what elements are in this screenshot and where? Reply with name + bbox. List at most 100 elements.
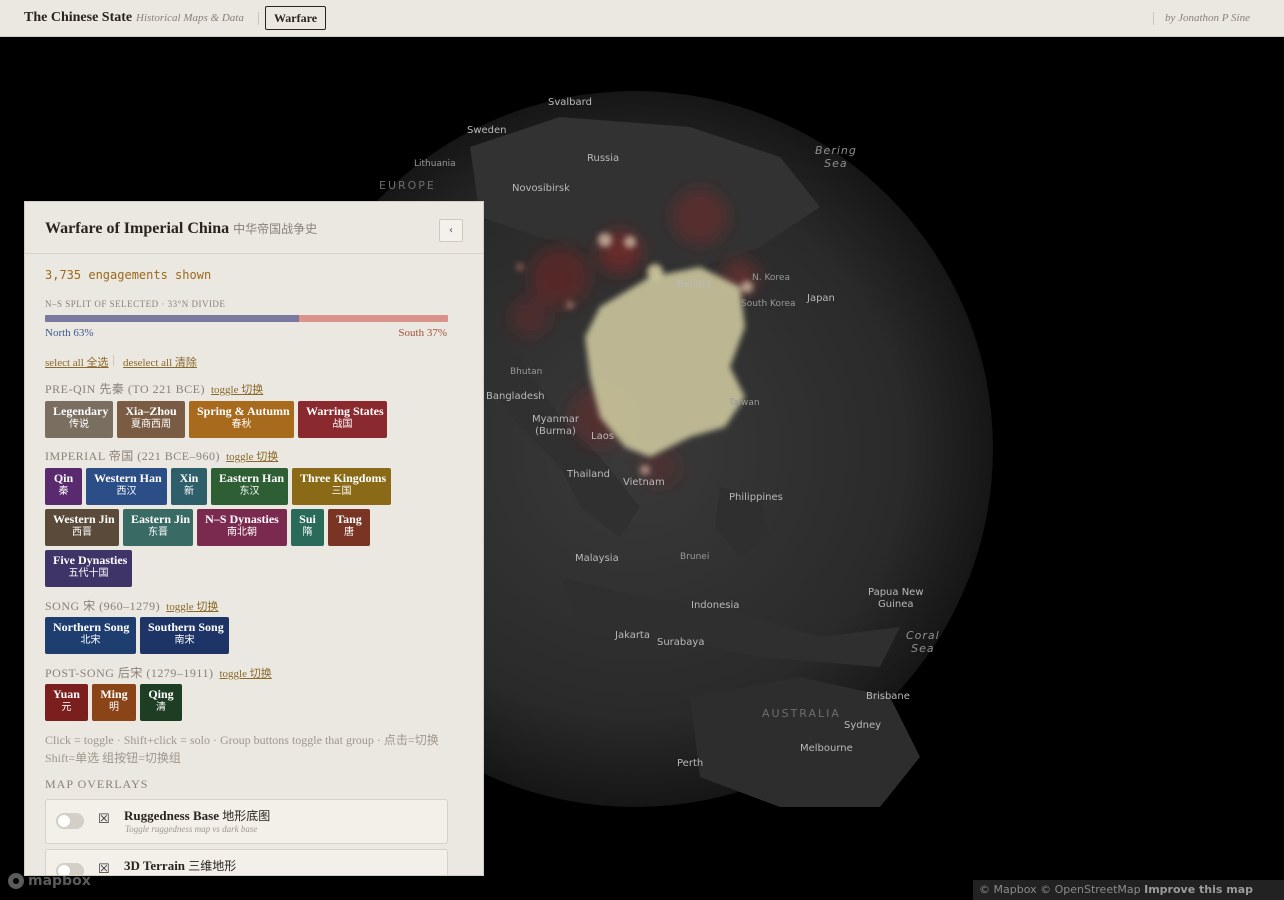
dynasty-name: Western Han (94, 471, 162, 485)
map-label-bhutan: Bhutan (510, 367, 543, 377)
overlay-card-3d-terrain[interactable]: ☒ 3D Terrain 三维地形 (45, 849, 448, 876)
dynasty-name-cn: 三国 (331, 486, 352, 497)
dynasty-button-qing[interactable]: Qing 清 (140, 684, 182, 721)
map-label-thailand: Thailand (567, 469, 610, 480)
dynasty-name-cn: 战国 (332, 419, 353, 430)
group-toggle-pre-qin[interactable]: toggle 切换 (211, 384, 263, 396)
dynasty-button-tang[interactable]: Tang 唐 (328, 509, 370, 546)
dynasty-name-cn: 新 (184, 486, 194, 497)
panel-title: Warfare of Imperial China 中华帝国战争史 (45, 220, 317, 238)
map-label-indonesia: Indonesia (691, 600, 740, 611)
map-label-bangladesh: Bangladesh (486, 391, 545, 402)
group-title: PRE-QIN 先秦 (TO 221 BCE) (45, 382, 205, 396)
map-label-sweden: Sweden (467, 125, 507, 136)
panel-title-en: Warfare of Imperial China (45, 220, 230, 237)
site-title[interactable]: The Chinese State (24, 10, 132, 26)
dynasty-button-eastern-han[interactable]: Eastern Han 东汉 (211, 468, 288, 505)
dynasty-button-ming[interactable]: Ming 明 (92, 684, 136, 721)
dynasty-name: Sui (299, 512, 316, 526)
overlay-title: Ruggedness Base 地形底图 (124, 807, 270, 824)
dynasty-name-cn: 东晋 (148, 527, 168, 538)
group-toggle-imperial[interactable]: toggle 切换 (226, 451, 278, 463)
terrain-toggle-switch[interactable] (56, 863, 84, 875)
dynasty-name-cn: 五代十国 (68, 568, 109, 579)
attribution-mapbox-link[interactable]: © Mapbox (979, 883, 1037, 896)
improve-map-link[interactable]: Improve this map (1144, 883, 1253, 896)
dynasty-name: Northern Song (53, 620, 130, 634)
dynasty-button-western-han[interactable]: Western Han 西汉 (86, 468, 167, 505)
group-title: SONG 宋 (960–1279) (45, 599, 161, 613)
dynasty-name-cn: 清 (156, 702, 166, 713)
broken-image-icon: ☒ (98, 862, 110, 876)
site-subtitle: Historical Maps & Data (136, 12, 244, 24)
dynasty-button-xin[interactable]: Xin 新 (171, 468, 207, 505)
overlay-title-cn: 地形底图 (222, 809, 271, 823)
top-bar: The Chinese State Historical Maps & Data… (0, 0, 1284, 37)
dynasty-button-three-kingdoms[interactable]: Three Kingdoms 三国 (292, 468, 391, 505)
group-heading-pre-qin: PRE-QIN 先秦 (TO 221 BCE) toggle 切换 (45, 380, 263, 397)
dynasty-button-eastern-jin[interactable]: Eastern Jin 东晋 (123, 509, 193, 546)
dynasty-name: Five Dynasties (53, 553, 128, 567)
dynasty-name-cn: 明 (109, 702, 119, 713)
dynasty-name: N–S Dynasties (205, 512, 279, 526)
dynasty-name-cn: 秦 (58, 486, 69, 497)
attribution-osm-link[interactable]: © OpenStreetMap (1040, 883, 1141, 896)
group-heading-imperial: IMPERIAL 帝国 (221 BCE–960) toggle 切换 (45, 447, 278, 464)
map-label-australia: AUSTRALIA (762, 707, 841, 720)
mapbox-icon (8, 873, 24, 889)
dynasty-name: Yuan (53, 687, 80, 701)
dynasty-button-warring-states[interactable]: Warring States 战国 (298, 401, 387, 438)
ruggedness-toggle-switch[interactable] (56, 813, 84, 829)
divider (113, 355, 114, 366)
dynasty-name-cn: 春秋 (231, 419, 252, 430)
map-label-vietnam: Vietnam (623, 477, 665, 488)
dynasty-name-cn: 南宋 (174, 635, 195, 646)
overlay-title: 3D Terrain 三维地形 (124, 857, 236, 874)
divider (1153, 12, 1154, 25)
dynasty-button-five-dynasties[interactable]: Five Dynasties 五代十国 (45, 550, 132, 587)
map-label-lithuania: Lithuania (414, 159, 456, 169)
warfare-panel: Warfare of Imperial China 中华帝国战争史 ‹ 3,735… (24, 201, 484, 876)
nav-warfare-button[interactable]: Warfare (265, 6, 326, 30)
map-label-taiwan: Taiwan (729, 398, 760, 408)
dynasty-button-southern-song[interactable]: Southern Song 南宋 (140, 617, 229, 654)
dynasty-name-cn: 西汉 (116, 486, 137, 497)
collapse-panel-button[interactable]: ‹ (439, 219, 463, 242)
overlay-card-ruggedness[interactable]: ☒ Ruggedness Base 地形底图 Toggle ruggedness… (45, 799, 448, 844)
dynasty-name: Three Kingdoms (300, 471, 387, 485)
dynasty-name: Qing (148, 687, 174, 701)
map-label-malaysia: Malaysia (575, 553, 619, 564)
group-toggle-song[interactable]: toggle 切换 (166, 601, 218, 613)
dynasty-name-cn: 元 (61, 702, 72, 713)
dynasty-name-cn: 传说 (69, 419, 89, 430)
map-label-svalbard: Svalbard (548, 97, 592, 108)
select-all-link[interactable]: select all 全选 (45, 354, 109, 370)
dynasty-name: Qin (53, 471, 74, 485)
deselect-all-link[interactable]: deselect all 清除 (123, 354, 197, 370)
ns-split-bar (45, 315, 448, 322)
map-label-europe: EUROPE (379, 179, 436, 192)
dynasty-button-western-jin[interactable]: Western Jin 西晋 (45, 509, 119, 546)
dynasty-button-yuan[interactable]: Yuan 元 (45, 684, 88, 721)
dynasty-button-spring-autumn[interactable]: Spring & Autumn 春秋 (189, 401, 294, 438)
group-title: IMPERIAL 帝国 (221 BCE–960) (45, 449, 221, 463)
map-label-japan: Japan (807, 293, 835, 304)
dynasty-button-sui[interactable]: Sui 隋 (291, 509, 324, 546)
dynasty-button-qin[interactable]: Qin 秦 (45, 468, 82, 505)
broken-image-icon: ☒ (98, 812, 110, 827)
dynasty-name-cn: 唐 (344, 527, 354, 538)
byline[interactable]: by Jonathon P Sine (1165, 12, 1250, 24)
dynasty-button-northern-song[interactable]: Northern Song 北宋 (45, 617, 136, 654)
group-toggle-post-song[interactable]: toggle 切换 (219, 668, 271, 680)
dynasty-button-ns-dynasties[interactable]: N–S Dynasties 南北朝 (197, 509, 287, 546)
overlay-title-en: 3D Terrain (124, 858, 186, 873)
south-percentage: South 37% (398, 327, 447, 339)
dynasty-name-cn: 夏商西周 (131, 419, 171, 430)
map-label-laos: Laos (591, 431, 615, 442)
ns-split-north-fill (45, 315, 299, 322)
dynasty-name-cn: 东汉 (239, 486, 260, 497)
dynasty-button-xia-zhou[interactable]: Xia–Zhou 夏商西周 (117, 401, 185, 438)
dynasty-button-legendary[interactable]: Legendary 传说 (45, 401, 113, 438)
dynasty-name: Legendary (53, 404, 109, 418)
dynasty-name: Southern Song (148, 620, 224, 634)
